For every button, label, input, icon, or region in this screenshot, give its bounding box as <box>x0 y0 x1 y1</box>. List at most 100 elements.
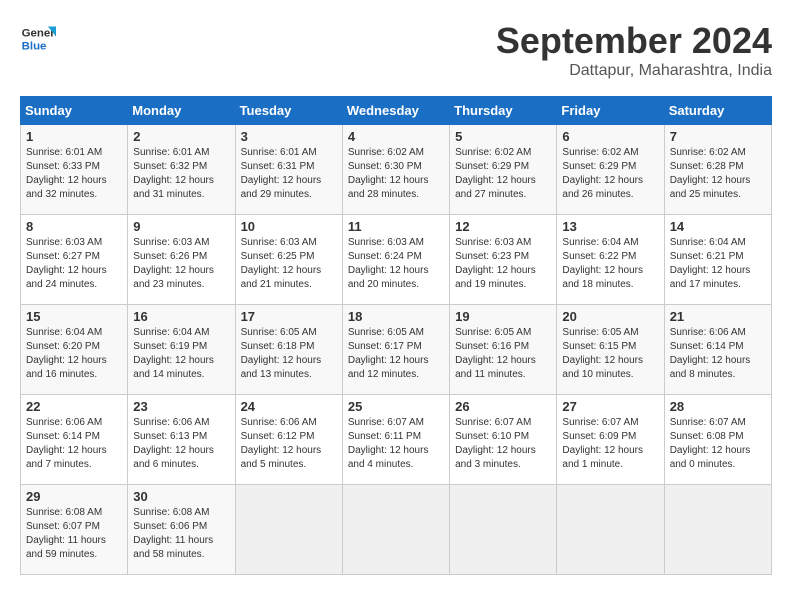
calendar-cell: 14 Sunrise: 6:04 AMSunset: 6:21 PMDayligh… <box>664 215 771 305</box>
day-number: 11 <box>348 219 444 234</box>
day-info: Sunrise: 6:07 AMSunset: 6:11 PMDaylight:… <box>348 417 429 470</box>
day-number: 29 <box>26 489 122 504</box>
location-subtitle: Dattapur, Maharashtra, India <box>496 62 772 80</box>
calendar-cell <box>664 485 771 575</box>
day-number: 21 <box>670 309 766 324</box>
day-info: Sunrise: 6:01 AMSunset: 6:32 PMDaylight:… <box>133 147 214 200</box>
calendar-cell: 9 Sunrise: 6:03 AMSunset: 6:26 PMDaylight… <box>128 215 235 305</box>
day-info: Sunrise: 6:03 AMSunset: 6:25 PMDaylight:… <box>241 237 322 290</box>
day-number: 30 <box>133 489 229 504</box>
day-number: 20 <box>562 309 658 324</box>
calendar-cell: 20 Sunrise: 6:05 AMSunset: 6:15 PMDayligh… <box>557 305 664 395</box>
day-number: 12 <box>455 219 551 234</box>
day-info: Sunrise: 6:05 AMSunset: 6:15 PMDaylight:… <box>562 327 643 380</box>
day-info: Sunrise: 6:07 AMSunset: 6:09 PMDaylight:… <box>562 417 643 470</box>
day-info: Sunrise: 6:04 AMSunset: 6:21 PMDaylight:… <box>670 237 751 290</box>
day-info: Sunrise: 6:02 AMSunset: 6:29 PMDaylight:… <box>562 147 643 200</box>
calendar-cell: 15 Sunrise: 6:04 AMSunset: 6:20 PMDayligh… <box>21 305 128 395</box>
day-info: Sunrise: 6:07 AMSunset: 6:08 PMDaylight:… <box>670 417 751 470</box>
day-info: Sunrise: 6:03 AMSunset: 6:26 PMDaylight:… <box>133 237 214 290</box>
logo: General Blue <box>20 20 56 56</box>
logo-icon: General Blue <box>20 20 56 56</box>
calendar-week-1: 1 Sunrise: 6:01 AMSunset: 6:33 PMDaylight… <box>21 125 772 215</box>
calendar-week-5: 29 Sunrise: 6:08 AMSunset: 6:07 PMDayligh… <box>21 485 772 575</box>
day-number: 27 <box>562 399 658 414</box>
calendar-cell <box>557 485 664 575</box>
calendar-cell: 11Sunrise: 6:03 AMSunset: 6:24 PMDayligh… <box>342 215 449 305</box>
day-number: 14 <box>670 219 766 234</box>
day-number: 26 <box>455 399 551 414</box>
day-number: 19 <box>455 309 551 324</box>
day-number: 1 <box>26 129 122 144</box>
day-number: 22 <box>26 399 122 414</box>
svg-text:Blue: Blue <box>22 40 47 52</box>
calendar-cell: 8 Sunrise: 6:03 AMSunset: 6:27 PMDaylight… <box>21 215 128 305</box>
calendar-cell: 5 Sunrise: 6:02 AMSunset: 6:29 PMDaylight… <box>450 125 557 215</box>
day-info: Sunrise: 6:05 AMSunset: 6:16 PMDaylight:… <box>455 327 536 380</box>
day-info: Sunrise: 6:02 AMSunset: 6:28 PMDaylight:… <box>670 147 751 200</box>
day-info: Sunrise: 6:02 AMSunset: 6:29 PMDaylight:… <box>455 147 536 200</box>
calendar-cell: 25 Sunrise: 6:07 AMSunset: 6:11 PMDayligh… <box>342 395 449 485</box>
calendar-cell: 28 Sunrise: 6:07 AMSunset: 6:08 PMDayligh… <box>664 395 771 485</box>
weekday-header-friday: Friday <box>557 97 664 125</box>
calendar-cell <box>450 485 557 575</box>
day-info: Sunrise: 6:07 AMSunset: 6:10 PMDaylight:… <box>455 417 536 470</box>
day-number: 7 <box>670 129 766 144</box>
day-number: 8 <box>26 219 122 234</box>
calendar-cell: 17Sunrise: 6:05 AMSunset: 6:18 PMDayligh… <box>235 305 342 395</box>
day-info: Sunrise: 6:01 AMSunset: 6:31 PMDaylight:… <box>241 147 322 200</box>
day-number: 9 <box>133 219 229 234</box>
day-number: 18 <box>348 309 444 324</box>
day-info: Sunrise: 6:04 AMSunset: 6:22 PMDaylight:… <box>562 237 643 290</box>
day-info: Sunrise: 6:01 AMSunset: 6:33 PMDaylight:… <box>26 147 107 200</box>
calendar-cell: 6 Sunrise: 6:02 AMSunset: 6:29 PMDaylight… <box>557 125 664 215</box>
day-info: Sunrise: 6:05 AMSunset: 6:17 PMDaylight:… <box>348 327 429 380</box>
day-number: 24 <box>241 399 337 414</box>
calendar-cell: 27 Sunrise: 6:07 AMSunset: 6:09 PMDayligh… <box>557 395 664 485</box>
day-info: Sunrise: 6:06 AMSunset: 6:14 PMDaylight:… <box>26 417 107 470</box>
day-number: 6 <box>562 129 658 144</box>
day-number: 28 <box>670 399 766 414</box>
calendar-cell: 26 Sunrise: 6:07 AMSunset: 6:10 PMDayligh… <box>450 395 557 485</box>
calendar-table: SundayMondayTuesdayWednesdayThursdayFrid… <box>20 96 772 575</box>
day-number: 5 <box>455 129 551 144</box>
day-info: Sunrise: 6:06 AMSunset: 6:13 PMDaylight:… <box>133 417 214 470</box>
day-info: Sunrise: 6:08 AMSunset: 6:06 PMDaylight:… <box>133 507 213 560</box>
day-info: Sunrise: 6:08 AMSunset: 6:07 PMDaylight:… <box>26 507 106 560</box>
weekday-header-thursday: Thursday <box>450 97 557 125</box>
weekday-header-tuesday: Tuesday <box>235 97 342 125</box>
day-info: Sunrise: 6:04 AMSunset: 6:20 PMDaylight:… <box>26 327 107 380</box>
weekday-header-wednesday: Wednesday <box>342 97 449 125</box>
calendar-cell: 22 Sunrise: 6:06 AMSunset: 6:14 PMDayligh… <box>21 395 128 485</box>
calendar-cell: 4Sunrise: 6:02 AMSunset: 6:30 PMDaylight… <box>342 125 449 215</box>
day-number: 16 <box>133 309 229 324</box>
calendar-cell: 1 Sunrise: 6:01 AMSunset: 6:33 PMDaylight… <box>21 125 128 215</box>
day-number: 25 <box>348 399 444 414</box>
day-info: Sunrise: 6:04 AMSunset: 6:19 PMDaylight:… <box>133 327 214 380</box>
weekday-header-saturday: Saturday <box>664 97 771 125</box>
month-title: September 2024 <box>496 20 772 62</box>
day-info: Sunrise: 6:06 AMSunset: 6:12 PMDaylight:… <box>241 417 322 470</box>
day-number: 23 <box>133 399 229 414</box>
calendar-week-4: 22 Sunrise: 6:06 AMSunset: 6:14 PMDayligh… <box>21 395 772 485</box>
calendar-cell: 10 Sunrise: 6:03 AMSunset: 6:25 PMDayligh… <box>235 215 342 305</box>
calendar-cell: 23 Sunrise: 6:06 AMSunset: 6:13 PMDayligh… <box>128 395 235 485</box>
day-number: 15 <box>26 309 122 324</box>
calendar-cell: 16 Sunrise: 6:04 AMSunset: 6:19 PMDayligh… <box>128 305 235 395</box>
day-info: Sunrise: 6:05 AMSunset: 6:18 PMDaylight:… <box>241 327 322 380</box>
calendar-cell <box>342 485 449 575</box>
weekday-header-sunday: Sunday <box>21 97 128 125</box>
calendar-week-3: 15 Sunrise: 6:04 AMSunset: 6:20 PMDayligh… <box>21 305 772 395</box>
calendar-cell: 24 Sunrise: 6:06 AMSunset: 6:12 PMDayligh… <box>235 395 342 485</box>
day-number: 13 <box>562 219 658 234</box>
calendar-week-2: 8 Sunrise: 6:03 AMSunset: 6:27 PMDaylight… <box>21 215 772 305</box>
day-number: 10 <box>241 219 337 234</box>
title-block: September 2024 Dattapur, Maharashtra, In… <box>496 20 772 80</box>
calendar-cell: 21 Sunrise: 6:06 AMSunset: 6:14 PMDayligh… <box>664 305 771 395</box>
day-info: Sunrise: 6:06 AMSunset: 6:14 PMDaylight:… <box>670 327 751 380</box>
page-header: General Blue September 2024 Dattapur, Ma… <box>20 20 772 80</box>
day-info: Sunrise: 6:03 AMSunset: 6:27 PMDaylight:… <box>26 237 107 290</box>
day-info: Sunrise: 6:02 AMSunset: 6:30 PMDaylight:… <box>348 147 429 200</box>
calendar-cell: 12Sunrise: 6:03 AMSunset: 6:23 PMDayligh… <box>450 215 557 305</box>
calendar-cell: 7 Sunrise: 6:02 AMSunset: 6:28 PMDaylight… <box>664 125 771 215</box>
